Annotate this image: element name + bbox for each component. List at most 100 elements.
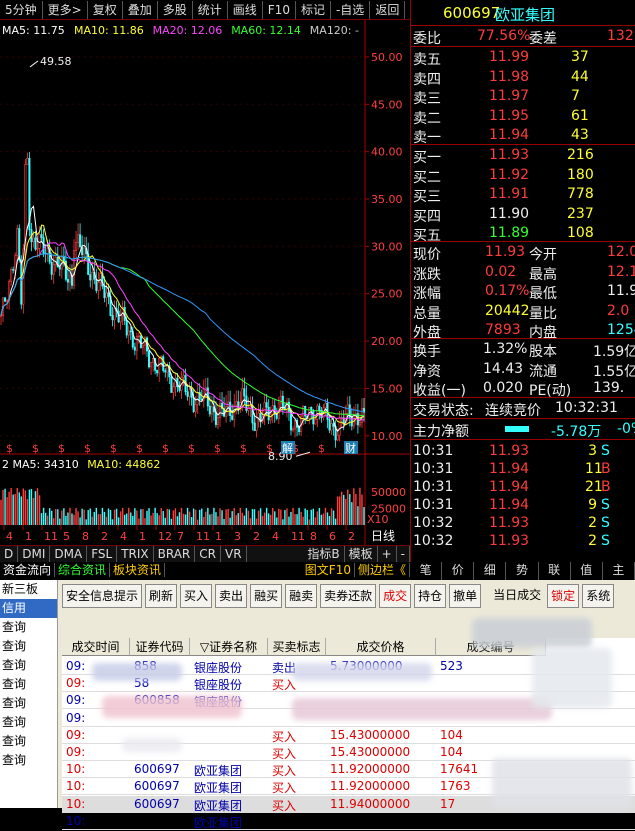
trade-button-7[interactable]: 成交 xyxy=(379,584,412,608)
indicator-tab-4[interactable]: TRIX xyxy=(117,546,154,562)
kline-chart[interactable]: MA5: 11.75 MA10: 11.86 MA20: 12.06 MA60: 12… xyxy=(0,20,410,546)
info-right-tab-1[interactable]: 侧边栏《 xyxy=(355,563,410,577)
candle-body xyxy=(137,335,140,337)
trade-button-5[interactable]: 融卖 xyxy=(285,584,318,608)
candle-body xyxy=(117,310,120,323)
bid-price: 11.89 xyxy=(489,225,530,241)
info-tab-0[interactable]: 资金流向 xyxy=(0,563,56,577)
candle-body xyxy=(235,401,238,406)
stat-row: 涨跌 0.02 最高 12.1 xyxy=(411,263,635,283)
indicator-tab-0[interactable]: D xyxy=(0,546,19,562)
candle-body xyxy=(129,330,132,333)
trade-column-header[interactable]: 证券代码 xyxy=(130,638,190,656)
trade-row[interactable]: 10: 欧亚集团 xyxy=(62,813,635,830)
candle-body xyxy=(164,370,167,373)
toolbar-item-7[interactable]: F10 xyxy=(263,0,296,19)
privacy-blur xyxy=(472,618,592,648)
candle-body xyxy=(38,234,41,249)
volume-bar xyxy=(69,507,71,525)
bid-volume: 108 xyxy=(567,225,594,241)
trade-button-1[interactable]: 刷新 xyxy=(145,584,178,608)
trade-column-header[interactable]: ▽证券名称 xyxy=(190,638,268,656)
trade-button-9[interactable]: 撤单 xyxy=(449,584,482,608)
stat2-label: 股本 xyxy=(529,344,557,360)
trade-button-4[interactable]: 融买 xyxy=(250,584,283,608)
indicator-tab-6[interactable]: CR xyxy=(195,546,221,562)
trade-button-11[interactable]: 锁定 xyxy=(547,584,580,608)
indicator-tab-9[interactable]: 模板 xyxy=(345,546,378,562)
volume-bar xyxy=(186,507,189,525)
volume-bar xyxy=(361,494,363,525)
toolbar-item-1[interactable]: 更多> xyxy=(43,0,88,19)
trade-menu-item[interactable]: 查询 xyxy=(0,713,57,732)
volume-bar xyxy=(194,509,197,525)
quote-tab-2[interactable]: 细 xyxy=(474,562,507,580)
volume-bar xyxy=(184,514,187,525)
toolbar-item-2[interactable]: 复权 xyxy=(88,0,123,19)
quote-tab-3[interactable]: 势 xyxy=(506,562,539,580)
quote-tab-5[interactable]: 值 xyxy=(571,562,603,580)
quote-tab-0[interactable]: 笔 xyxy=(410,562,443,580)
x-tick-label: 8 xyxy=(82,530,89,543)
indicator-tab-11[interactable]: - xyxy=(397,546,410,562)
trade-menu-item[interactable]: 信用 xyxy=(0,599,57,618)
toolbar-item-9[interactable]: -自选 xyxy=(331,0,371,19)
toolbar-item-4[interactable]: 多股 xyxy=(158,0,193,19)
indicator-tab-2[interactable]: DMA xyxy=(50,546,88,562)
trade-button-2[interactable]: 买入 xyxy=(180,584,213,608)
volume-bar xyxy=(269,514,272,525)
trade-menu-item[interactable]: 查询 xyxy=(0,675,57,694)
volume-bar xyxy=(85,519,87,525)
info-tab-1[interactable]: 综合资讯 xyxy=(55,563,111,577)
toolbar-item-10[interactable]: 返回 xyxy=(370,0,406,19)
cai-badge[interactable]: 财 xyxy=(345,441,356,455)
toolbar-item-0[interactable]: 5分钟 xyxy=(0,0,43,19)
trade-cell-time: 09: xyxy=(66,745,86,759)
vol-legend-1: MA10: 44862 xyxy=(87,458,160,471)
trade-button-0[interactable]: 安全信息提示 xyxy=(62,584,143,608)
trade-button-12[interactable]: 系统 xyxy=(582,584,615,608)
trade-column-header[interactable]: 成交时间 xyxy=(62,638,130,656)
trade-menu-item[interactable]: 查询 xyxy=(0,656,57,675)
volume-bar xyxy=(199,509,201,525)
trade-button-10[interactable]: 当日成交 xyxy=(490,584,544,608)
trade-button-3[interactable]: 卖出 xyxy=(215,584,248,608)
trade-menu-item[interactable]: 新三板 xyxy=(0,580,57,599)
daily-label[interactable]: 日线 xyxy=(371,529,395,543)
volume-bar xyxy=(144,518,146,525)
separator xyxy=(411,25,635,26)
quote-tab-1[interactable]: 价 xyxy=(442,562,475,580)
indicator-tab-5[interactable]: BRAR xyxy=(154,546,196,562)
candle-body xyxy=(216,417,219,425)
indicator-tab-8[interactable]: 指标B xyxy=(303,546,345,562)
info-right-tab-0[interactable]: 图文F10 xyxy=(302,563,355,577)
jie-badge[interactable]: 解 xyxy=(282,441,293,455)
weicha-label: 委差 xyxy=(529,31,557,47)
trade-column-header[interactable]: 买卖标志 xyxy=(268,638,326,656)
price-tick-label: 40.00 xyxy=(371,146,403,159)
indicator-tab-1[interactable]: DMI xyxy=(18,546,51,562)
quote-tab-6[interactable]: 主 xyxy=(603,562,635,580)
toolbar-item-3[interactable]: 叠加 xyxy=(123,0,158,19)
volume-bar xyxy=(107,508,110,525)
indicator-tab-10[interactable]: + xyxy=(378,546,397,562)
price-tick-label: 50.00 xyxy=(371,51,403,64)
toolbar-item-8[interactable]: 标记 xyxy=(296,0,331,19)
info-tab-2[interactable]: 板块资讯 xyxy=(110,563,166,577)
trade-button-8[interactable]: 持仓 xyxy=(414,584,447,608)
indicator-tab-7[interactable]: VR xyxy=(221,546,247,562)
trade-menu-item[interactable]: 查询 xyxy=(0,732,57,751)
trade-button-6[interactable]: 卖券还款 xyxy=(320,584,377,608)
x-tick-label: 11 xyxy=(44,530,58,543)
trade-menu-item[interactable]: 查询 xyxy=(0,637,57,656)
trade-column-header[interactable]: 成交价格 xyxy=(326,638,436,656)
toolbar-item-6[interactable]: 画线 xyxy=(228,0,263,19)
trade-menu-item[interactable]: 查询 xyxy=(0,694,57,713)
trade-menu-item[interactable]: 查询 xyxy=(0,751,57,770)
toolbar-item-5[interactable]: 统计 xyxy=(193,0,228,19)
volume-bar xyxy=(298,507,300,525)
trade-menu-item[interactable]: 查询 xyxy=(0,618,57,637)
quote-tab-4[interactable]: 联 xyxy=(539,562,571,580)
volume-bar xyxy=(10,488,12,525)
indicator-tab-3[interactable]: FSL xyxy=(87,546,118,562)
